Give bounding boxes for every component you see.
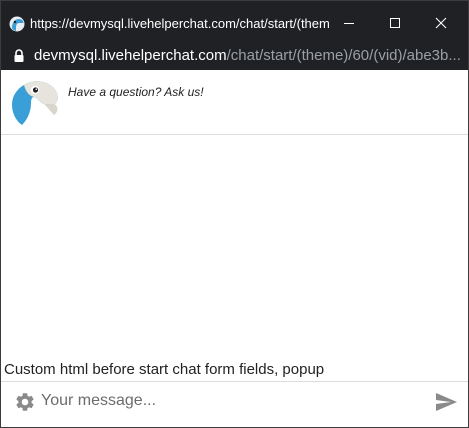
header-tagline: Have a question? Ask us! xyxy=(68,85,204,99)
minimize-icon xyxy=(344,23,354,24)
close-icon xyxy=(435,17,447,29)
gear-icon[interactable] xyxy=(14,391,36,418)
address-url[interactable]: devmysql.livehelperchat.com/chat/start/(… xyxy=(34,47,464,65)
minimize-button[interactable] xyxy=(326,1,372,46)
parrot-logo-icon xyxy=(10,79,60,132)
custom-html-text: Custom html before start chat form field… xyxy=(4,361,325,378)
window-titlebar: https://devmysql.livehelperchat.com/chat… xyxy=(1,1,468,46)
chat-header: Have a question? Ask us! xyxy=(1,70,468,135)
close-button[interactable] xyxy=(418,1,464,46)
url-host: devmysql.livehelperchat.com xyxy=(34,47,227,64)
parrot-favicon-icon xyxy=(9,16,25,32)
message-composer xyxy=(1,381,468,427)
popup-window: https://devmysql.livehelperchat.com/chat… xyxy=(0,0,469,428)
window-title: https://devmysql.livehelperchat.com/chat… xyxy=(30,16,330,31)
send-icon xyxy=(436,393,457,411)
url-path: /chat/start/(theme)/60/(vid)/abe3b... xyxy=(226,47,461,64)
address-bar[interactable]: devmysql.livehelperchat.com/chat/start/(… xyxy=(1,46,468,70)
send-button[interactable] xyxy=(434,390,458,419)
maximize-button[interactable] xyxy=(372,1,418,46)
lock-icon[interactable] xyxy=(13,48,25,68)
maximize-icon xyxy=(390,18,400,28)
message-input[interactable] xyxy=(41,390,421,412)
